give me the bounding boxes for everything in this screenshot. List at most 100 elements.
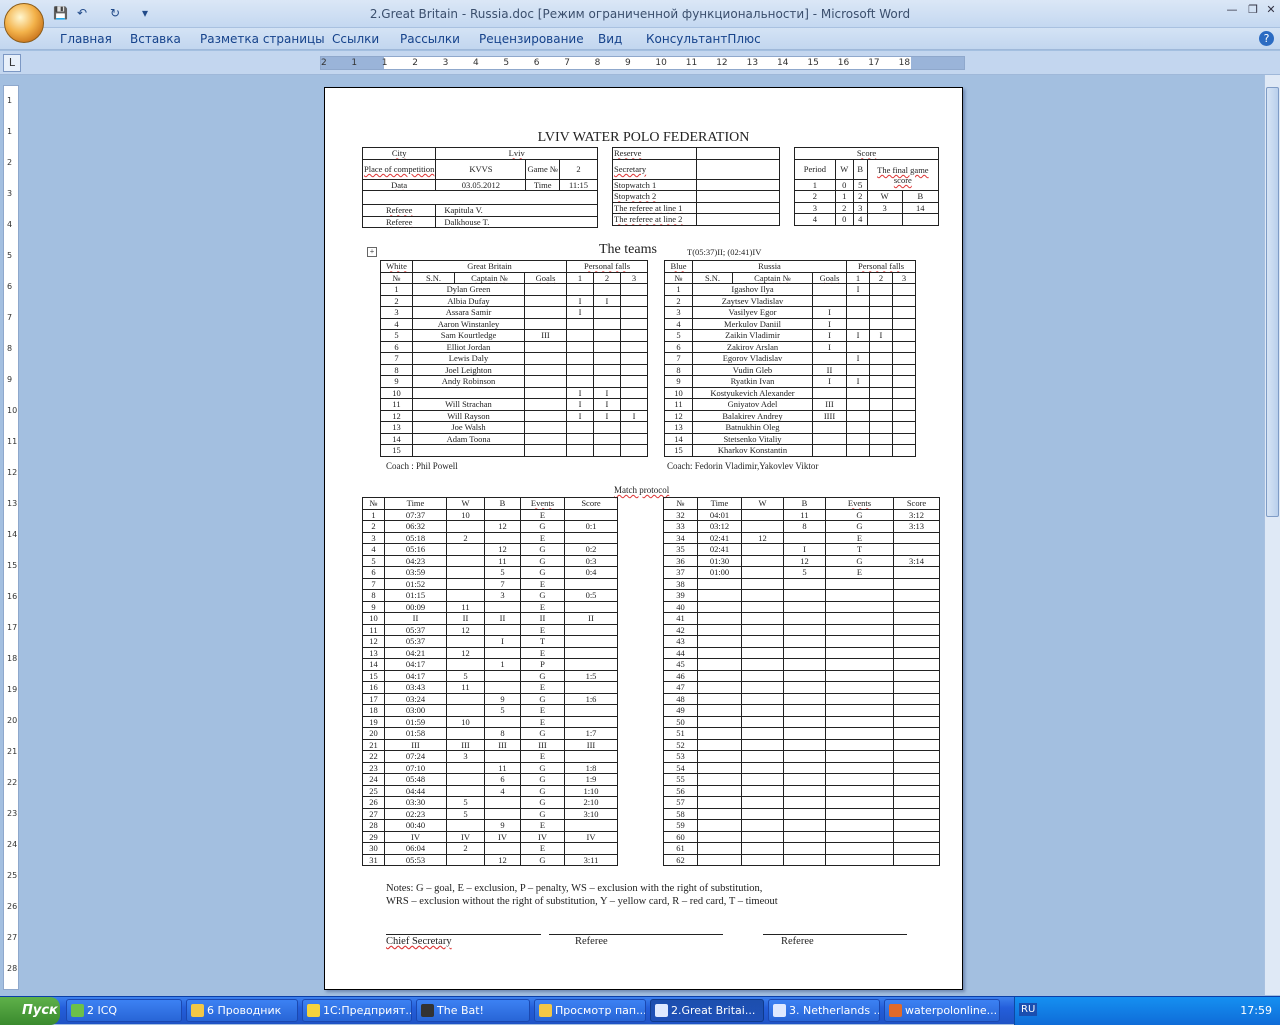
table-cell: 5 xyxy=(446,796,485,809)
firefox-icon xyxy=(889,1004,902,1017)
player-name: Ryatkin Ivan xyxy=(692,375,813,388)
protocol-row: 1 07:37 10 E xyxy=(362,508,618,521)
table-cell: 46 xyxy=(663,669,698,682)
table-cell xyxy=(524,375,567,388)
player-row: 10 Kostyukevich Alexander xyxy=(664,386,917,399)
ruler-label: 18 xyxy=(7,654,18,663)
table-cell xyxy=(783,784,826,797)
table-cell: 28 xyxy=(362,819,385,832)
ruler-label: 1 xyxy=(381,58,388,68)
office-button[interactable] xyxy=(4,3,44,43)
table-cell xyxy=(825,715,894,728)
help-icon[interactable]: ? xyxy=(1259,31,1274,46)
task-label: Просмотр пап... xyxy=(555,1004,646,1017)
language-indicator[interactable]: RU xyxy=(1019,1003,1038,1016)
table-cell xyxy=(697,669,742,682)
table-cell: III xyxy=(812,398,847,411)
1c-icon xyxy=(307,1004,320,1017)
task-icq[interactable]: 2 ICQ xyxy=(66,999,182,1022)
table-cell: 02:41 xyxy=(697,531,742,544)
tab-references[interactable]: Ссылки xyxy=(332,32,379,46)
tab-page-layout[interactable]: Разметка страницы xyxy=(200,32,325,46)
table-cell xyxy=(697,796,742,809)
table-cell xyxy=(893,681,940,694)
task-thebat[interactable]: The Bat! xyxy=(416,999,530,1022)
sig-chief-secretary: Chief Secretary xyxy=(386,936,452,947)
protocol-row: 52 xyxy=(663,738,940,751)
tab-review[interactable]: Рецензирование xyxy=(479,32,584,46)
close-button[interactable]: ✕ xyxy=(1261,2,1280,18)
protocol-row: 17 03:24 9 G 1:6 xyxy=(362,692,618,705)
player-name: Sam Kourtledge xyxy=(412,329,525,342)
table-cell xyxy=(446,773,485,786)
tab-mailings[interactable]: Рассылки xyxy=(400,32,460,46)
table-cell xyxy=(825,830,894,843)
table-cell: 12 xyxy=(484,543,521,556)
table-cell xyxy=(891,283,917,296)
table-cell xyxy=(446,635,485,648)
table-cell xyxy=(812,352,847,365)
table-cell xyxy=(566,432,594,445)
table-cell xyxy=(891,329,917,342)
table-cell: IV xyxy=(446,830,485,843)
player-row: 9 Andy Robinson xyxy=(380,375,649,388)
table-cell xyxy=(592,317,621,330)
table-cell: 3 xyxy=(362,531,385,544)
protocol-row: 34 02:41 12 E xyxy=(663,531,940,544)
ruler-label: 24 xyxy=(7,840,18,849)
table-cell xyxy=(868,444,893,457)
document-page[interactable]: LVIV WATER POLO FEDERATION City Lviv Plac… xyxy=(324,87,963,990)
table-cell: 54 xyxy=(663,761,698,774)
ruler-label: 19 xyxy=(7,685,18,694)
table-cell: G xyxy=(825,520,894,533)
minimize-button[interactable]: — xyxy=(1222,2,1242,18)
table-cell: IV xyxy=(484,830,521,843)
vertical-ruler[interactable]: 1 1 2 3 4 5 6 7 8 9 10 11 12 13 14 15 16 17 18 19 20 21 22 23 24… xyxy=(3,85,19,990)
table-cell: 12 xyxy=(484,853,521,866)
table-cell xyxy=(812,283,847,296)
clock[interactable]: 17:59 xyxy=(1240,1004,1272,1017)
protocol-row: 8 01:15 3 G 0:5 xyxy=(362,589,618,602)
player-row: 1 Igashov Ilya I xyxy=(664,283,917,296)
table-cell xyxy=(524,363,567,376)
scroll-thumb[interactable] xyxy=(1266,87,1279,517)
table-cell: 49 xyxy=(663,704,698,717)
task-word-gb[interactable]: 2.Great Britai... xyxy=(650,999,764,1022)
table-cell xyxy=(619,317,649,330)
tab-view[interactable]: Вид xyxy=(598,32,622,46)
table-cell xyxy=(619,421,649,434)
maximize-button[interactable]: ❐ xyxy=(1243,2,1263,18)
task-label: 2.Great Britai... xyxy=(671,1004,756,1017)
task-label: 2 ICQ xyxy=(87,1004,118,1017)
player-name: Albia Dufay xyxy=(412,294,525,307)
tab-home[interactable]: Главная xyxy=(60,32,112,46)
protocol-row: 16 03:43 11 E xyxy=(362,681,618,694)
table-cell xyxy=(524,340,567,353)
start-button[interactable]: Пуск xyxy=(0,997,60,1025)
tab-stop-selector[interactable]: L xyxy=(3,54,21,72)
tab-insert[interactable]: Вставка xyxy=(130,32,181,46)
table-cell: 29 xyxy=(362,830,385,843)
task-viewer[interactable]: Просмотр пап... xyxy=(534,999,646,1022)
table-cell xyxy=(741,681,784,694)
notes-line-1: Notes: G – goal, E – exclusion, P – pena… xyxy=(386,883,763,894)
move-handle-icon[interactable]: + xyxy=(367,247,377,257)
table-cell xyxy=(564,819,618,832)
table-cell xyxy=(741,807,784,820)
task-1c[interactable]: 1С:Предприят... xyxy=(302,999,412,1022)
task-browser[interactable]: waterpolonline... xyxy=(884,999,1000,1022)
ruler-label: 6 xyxy=(533,58,540,68)
tab-consultant[interactable]: КонсультантПлюс xyxy=(646,32,761,46)
table-cell: 52 xyxy=(663,738,698,751)
table-cell: 9 xyxy=(664,375,693,388)
task-explorer[interactable]: 6 Проводник xyxy=(186,999,298,1022)
task-word-nl[interactable]: 3. Netherlands ... xyxy=(768,999,880,1022)
horizontal-ruler[interactable]: 2 1 1 2 3 4 5 6 7 8 9 10 11 12 13 14 15 16 17 18 xyxy=(320,56,965,70)
table-cell xyxy=(812,432,847,445)
ruler-label: 12 xyxy=(716,58,728,68)
table-cell xyxy=(697,635,742,648)
vertical-scrollbar[interactable] xyxy=(1264,75,1280,995)
table-cell xyxy=(893,784,940,797)
task-label: 1С:Предприят... xyxy=(323,1004,412,1017)
table-cell xyxy=(446,853,485,866)
